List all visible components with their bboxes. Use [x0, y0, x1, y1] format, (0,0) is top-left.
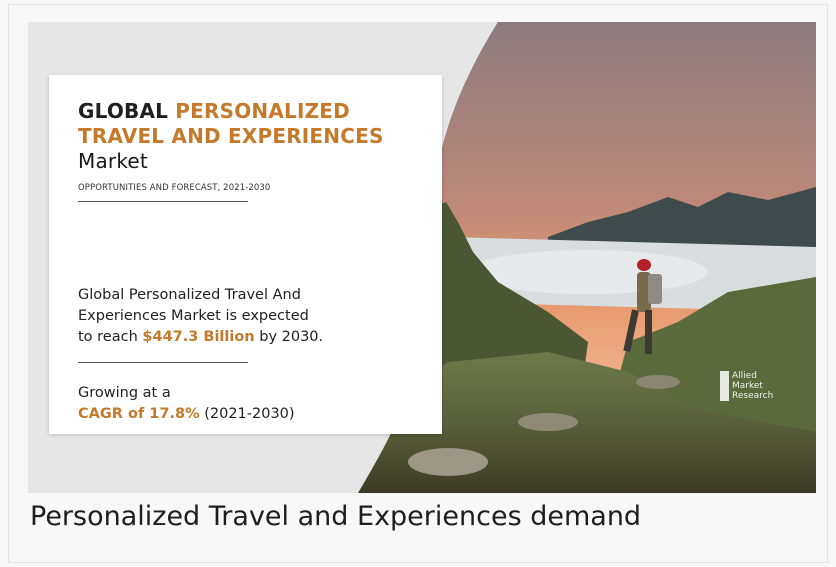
cagr-value: CAGR of 17.8%: [78, 406, 200, 422]
title-accent-1: PERSONALIZED: [175, 99, 350, 123]
divider: [78, 362, 248, 363]
figure-frame: GLOBAL PERSONALIZED TRAVEL AND EXPERIENC…: [8, 4, 828, 563]
logo-word-3: Research: [732, 391, 774, 401]
statement-line-3-suffix: by 2030.: [254, 329, 324, 345]
infographic-banner: GLOBAL PERSONALIZED TRAVEL AND EXPERIENC…: [28, 22, 816, 493]
title-market: Market: [78, 149, 148, 173]
logo-word-1: Allied: [732, 371, 757, 381]
banner-subtitle: OPPORTUNITIES AND FORECAST, 2021-2030: [78, 183, 271, 193]
figure-caption: Personalized Travel and Experiences dema…: [30, 501, 642, 532]
statement-line-1: Global Personalized Travel And: [78, 287, 301, 303]
growth-period: (2021-2030): [199, 406, 295, 422]
market-statement: Global Personalized Travel And Experienc…: [78, 285, 408, 348]
logo-word-2: Market: [732, 381, 763, 391]
growth-line-1: Growing at a: [78, 385, 171, 401]
statement-line-2: Experiences Market is expected: [78, 308, 309, 324]
logo-mark-icon: [720, 371, 729, 401]
divider: [78, 201, 248, 202]
title-plain: GLOBAL: [78, 99, 176, 123]
statement-line-3-prefix: to reach: [78, 329, 143, 345]
headline-card: GLOBAL PERSONALIZED TRAVEL AND EXPERIENC…: [49, 75, 442, 434]
title-accent-2: TRAVEL AND EXPERIENCES: [78, 124, 384, 148]
market-value: $447.3 Billion: [142, 329, 255, 345]
allied-market-research-logo: Allied Market Research: [720, 369, 794, 405]
growth-statement: Growing at a CAGR of 17.8% (2021-2030): [78, 383, 295, 425]
banner-title: GLOBAL PERSONALIZED TRAVEL AND EXPERIENC…: [78, 99, 384, 174]
